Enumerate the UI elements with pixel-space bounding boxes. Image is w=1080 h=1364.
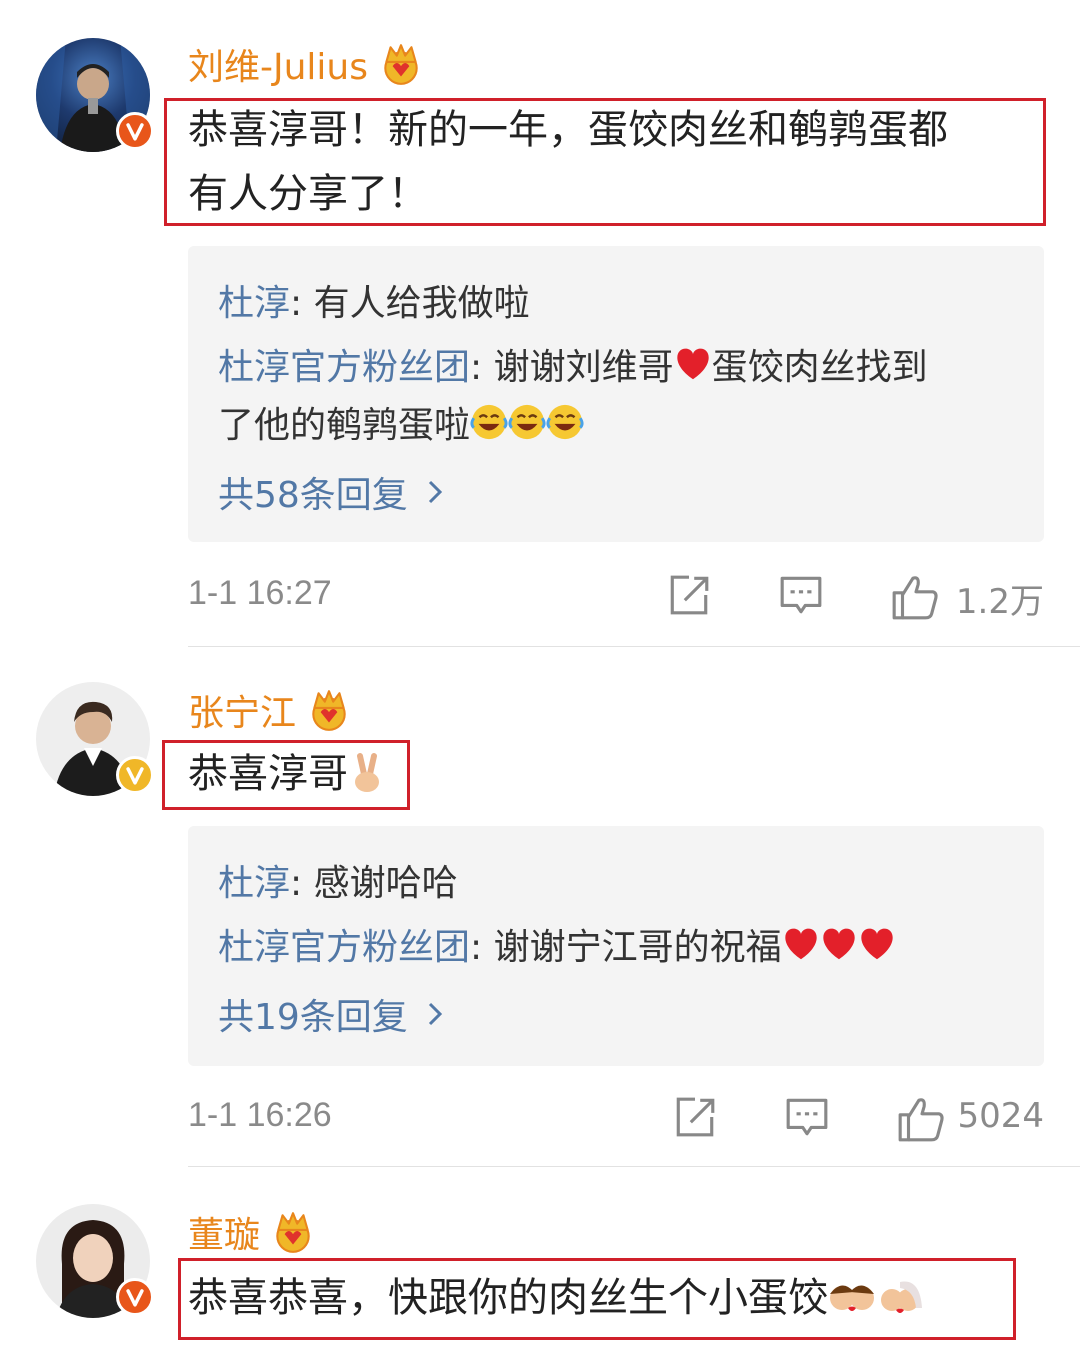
verified-v-icon <box>116 1278 154 1316</box>
reply-author[interactable]: 杜淳官方粉丝团 <box>218 338 470 390</box>
laugh-emoji-icon <box>508 403 546 441</box>
share-icon[interactable] <box>672 1094 718 1140</box>
comment-text: 恭喜恭喜，快跟你的肉丝生个小蛋饺 <box>188 1266 924 1330</box>
avatar[interactable] <box>36 682 154 796</box>
heart-emoji-icon <box>858 926 896 962</box>
like-count: 5024 <box>957 1096 1044 1136</box>
comment-text: 恭喜淳哥！新的一年，蛋饺肉丝和鹌鹑蛋都 有人分享了！ <box>188 107 948 217</box>
comment-meta: 1-1 16:26 5024 <box>188 1090 1044 1150</box>
comment-text: 恭喜淳哥 <box>188 742 388 806</box>
reply-line: 杜淳: 感谢哈哈 <box>218 863 458 904</box>
username[interactable]: 刘维-Julius <box>188 38 424 90</box>
reply-line: 杜淳: 有人给我做啦 <box>218 283 530 324</box>
chevron-right-icon <box>428 480 442 504</box>
heart-emoji-icon <box>674 346 712 382</box>
heart-emoji-icon <box>782 926 820 962</box>
reply-line: 了他的鹌鹑蛋啦 <box>218 396 584 448</box>
more-replies-link[interactable]: 共19条回复 <box>218 988 454 1040</box>
comment-meta: 1-1 16:27 1.2万 <box>188 568 1044 628</box>
avatar[interactable] <box>36 38 154 152</box>
crown-icon <box>306 687 352 733</box>
comment-icon[interactable] <box>784 1094 830 1140</box>
couple-emoji-icon <box>828 1278 876 1318</box>
thumbs-up-icon[interactable] <box>890 572 940 622</box>
chevron-right-icon <box>428 1002 442 1026</box>
crown-icon <box>270 1209 316 1255</box>
wedding-couple-emoji-icon <box>876 1278 924 1318</box>
divider <box>188 646 1080 647</box>
laugh-emoji-icon <box>546 403 584 441</box>
comment-icon[interactable] <box>778 572 824 618</box>
divider <box>188 1166 1080 1167</box>
thumbs-up-icon[interactable] <box>896 1094 946 1144</box>
reply-author[interactable]: 杜淳 <box>218 863 290 904</box>
timestamp: 1-1 16:26 <box>188 1096 332 1134</box>
share-icon[interactable] <box>666 572 712 618</box>
heart-emoji-icon <box>820 926 858 962</box>
crown-icon <box>378 41 424 87</box>
like-count: 1.2万 <box>955 582 1044 622</box>
reply-box[interactable]: 杜淳: 感谢哈哈 杜淳官方粉丝团: 谢谢宁江哥的祝福 共19条回复 <box>188 826 1044 1066</box>
reply-line: 杜淳官方粉丝团: 谢谢宁江哥的祝福 <box>218 918 896 970</box>
timestamp: 1-1 16:27 <box>188 574 332 612</box>
reply-author[interactable]: 杜淳官方粉丝团 <box>218 918 470 970</box>
reply-box[interactable]: 杜淳: 有人给我做啦 杜淳官方粉丝团: 谢谢刘维哥 蛋饺肉丝找到 了他的鹌鹑蛋啦 … <box>188 246 1044 542</box>
laugh-emoji-icon <box>470 403 508 441</box>
username[interactable]: 张宁江 <box>188 684 352 736</box>
verified-v-icon <box>116 112 154 150</box>
verified-v-icon <box>116 756 154 794</box>
victory-hand-emoji-icon <box>348 752 388 796</box>
avatar[interactable] <box>36 1204 154 1318</box>
reply-author[interactable]: 杜淳 <box>218 283 290 324</box>
username[interactable]: 董璇 <box>188 1206 316 1258</box>
more-replies-link[interactable]: 共58条回复 <box>218 466 454 518</box>
reply-line: 杜淳官方粉丝团: 谢谢刘维哥 蛋饺肉丝找到 <box>218 338 928 390</box>
